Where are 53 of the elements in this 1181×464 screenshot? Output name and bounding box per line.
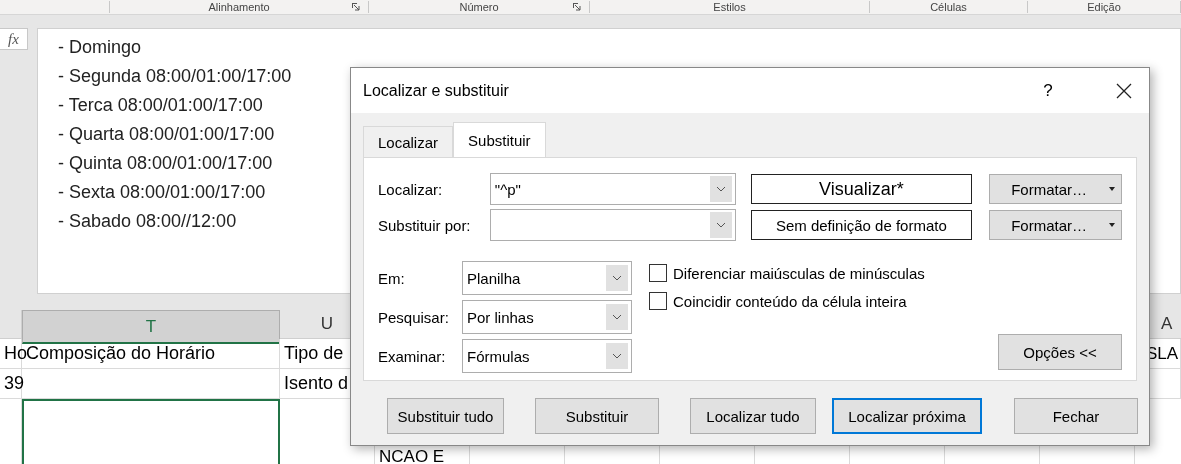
dialog-button[interactable]: Fechar [1014,398,1138,434]
selected-cell[interactable] [22,399,280,464]
tab[interactable]: Substituir [453,122,546,157]
checkbox[interactable] [649,292,667,310]
field-label: Pesquisar: [378,308,449,326]
caret-icon [1109,223,1115,227]
close-icon[interactable] [1116,82,1132,99]
dropdown[interactable]: Por linhas [462,300,632,334]
checkbox-label[interactable]: Coincidir conteúdo da célula inteira [673,292,907,310]
replace-combo-field[interactable] [489,209,736,241]
cell-text: NCAO E [379,448,445,464]
cell-text: Isento d [284,373,349,394]
dialog-launcher-icon[interactable] [352,3,360,11]
format-preview: Sem definição de formato [750,210,973,240]
chevron-down-icon [612,314,622,320]
ribbon-group-label: Edição [1087,1,1121,13]
dialog-button[interactable]: Substituir [535,398,659,434]
dialog-launcher-icon[interactable] [573,3,581,11]
chevron-down-icon [715,222,726,228]
dialog-button[interactable]: Localizar tudo [690,398,816,434]
insert-function-button[interactable]: fx [0,28,28,50]
field-label: Substituir por: [378,216,471,234]
options-button[interactable]: Opções << [998,334,1122,370]
cell-text: Composição do Horário [26,343,216,364]
ribbon-group-label: Alinhamento [208,1,270,13]
dialog-title: Localizar e substituir [363,81,510,100]
checkbox-label[interactable]: Diferenciar maiúsculas de minúsculas [673,264,925,282]
chevron-down-icon [612,275,622,281]
dropdown[interactable]: Fórmulas [462,339,632,373]
field-label: Localizar: [378,180,443,198]
cell-text: Ho [4,343,27,364]
find-combo-field[interactable]: "^p" [489,173,736,205]
checkbox[interactable] [649,264,667,282]
field-label: Examinar: [378,347,446,365]
chevron-down-icon [715,186,726,192]
caret-icon [1109,187,1115,191]
field-label: Em: [378,269,405,287]
column-header[interactable]: T [22,310,280,344]
ribbon-group-label: Células [930,1,967,13]
dialog-button[interactable]: Substituir tudo [387,398,504,434]
dropdown[interactable]: Planilha [462,261,632,295]
format-preview: Visualizar* [750,174,973,204]
format-button[interactable]: Formatar… [989,210,1122,240]
format-button[interactable]: Formatar… [989,174,1122,204]
cell-text: Tipo de [284,343,344,364]
help-button[interactable]: ? [1033,79,1063,102]
chevron-down-icon [612,353,622,359]
ribbon-group-label: Estilos [713,1,746,13]
cell-text: 39 [4,373,25,394]
dialog-button[interactable]: Localizar próxima [832,398,982,434]
column-header[interactable]: A [1161,310,1181,338]
tab[interactable]: Localizar [363,126,454,157]
ribbon-group-label: Número [459,1,499,13]
